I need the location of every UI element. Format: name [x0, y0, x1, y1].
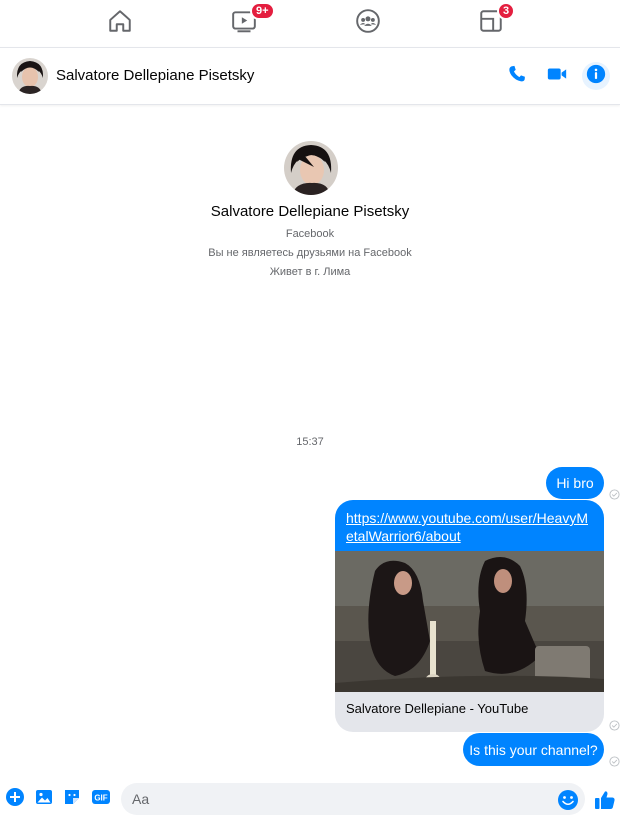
intro-avatar[interactable] [284, 141, 338, 195]
message-bubble[interactable]: Hi bro [546, 467, 604, 499]
intro-lives: Живет в г. Лима [269, 266, 351, 278]
message-bubble[interactable]: Is this your channel? [463, 733, 604, 766]
seen-check-icon [609, 754, 620, 767]
message-timestamp: 15:37 [296, 436, 324, 448]
emoji-button[interactable] [557, 789, 579, 811]
like-icon [593, 791, 617, 816]
attach-photo-button[interactable] [33, 788, 55, 810]
photo-icon [34, 787, 54, 812]
sticker-button[interactable] [61, 788, 83, 810]
nav-gaming[interactable]: 3 [461, 0, 521, 46]
seen-check-icon [609, 718, 620, 731]
top-navigation: 9+ 3 [0, 0, 620, 46]
emoji-icon [557, 790, 579, 815]
video-icon [546, 63, 568, 90]
video-call-button[interactable] [543, 62, 571, 90]
gaming-badge: 3 [497, 2, 516, 20]
call-button[interactable] [503, 62, 531, 90]
info-button[interactable] [582, 62, 610, 90]
sticker-icon [62, 787, 82, 812]
message-input[interactable] [121, 783, 585, 815]
link-url[interactable]: https://www.youtube.com/user/HeavyMetalW… [346, 509, 592, 545]
plus-icon [5, 787, 25, 812]
contact-name[interactable]: Salvatore Dellepiane Pisetsky [56, 67, 254, 84]
chat-header: Salvatore Dellepiane Pisetsky [0, 47, 620, 105]
intro-source: Facebook [285, 228, 335, 240]
intro-name: Salvatore Dellepiane Pisetsky [210, 203, 410, 220]
info-icon [585, 63, 607, 90]
home-icon [107, 8, 133, 39]
svg-text:GIF: GIF [94, 793, 107, 802]
phone-icon [506, 63, 528, 90]
nav-groups[interactable] [338, 0, 398, 46]
seen-check-icon [609, 487, 620, 500]
message-text: Is this your channel? [469, 741, 598, 758]
message-text: Hi bro [556, 475, 594, 491]
gif-icon: GIF [91, 787, 111, 812]
link-preview-card[interactable]: https://www.youtube.com/user/HeavyMetalW… [335, 500, 604, 732]
link-title: Salvatore Dellepiane - YouTube [346, 701, 529, 716]
nav-home[interactable] [90, 0, 150, 46]
nav-watch[interactable]: 9+ [214, 0, 275, 46]
watch-badge: 9+ [250, 2, 275, 20]
avatar[interactable] [12, 58, 48, 94]
intro-friend-status: Вы не являетесь друзьями на Facebook [208, 247, 412, 259]
groups-icon [355, 8, 381, 39]
like-button[interactable] [593, 788, 617, 812]
message-composer: GIF [0, 780, 620, 817]
gif-button[interactable]: GIF [90, 788, 112, 810]
more-actions-button[interactable] [4, 787, 26, 812]
link-thumbnail[interactable] [335, 551, 604, 692]
link-preview-header: https://www.youtube.com/user/HeavyMetalW… [335, 500, 604, 551]
